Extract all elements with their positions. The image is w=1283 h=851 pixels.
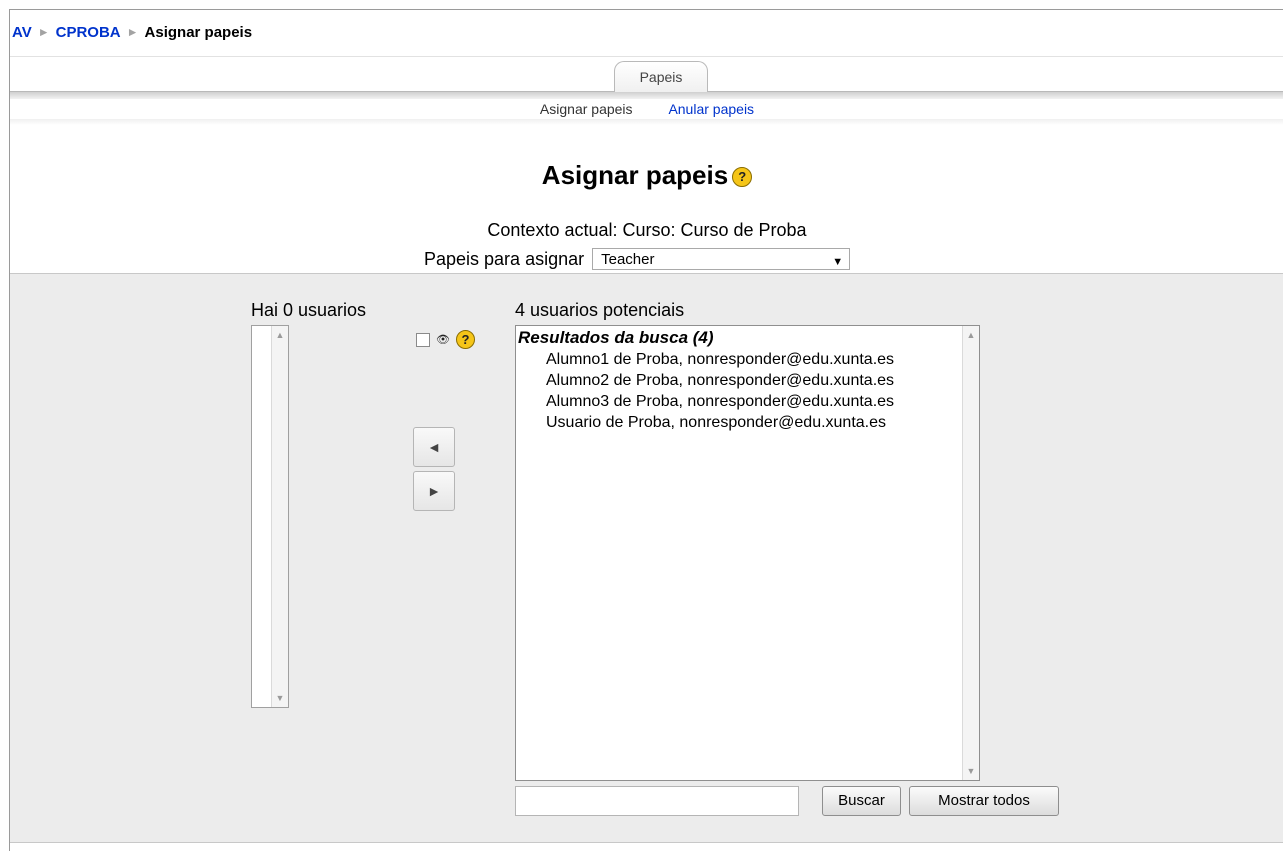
eye-icon[interactable]: 👁 xyxy=(436,333,450,346)
scroll-down-icon[interactable]: ▼ xyxy=(272,693,288,703)
help-icon[interactable]: ? xyxy=(732,167,753,188)
existing-users-header: Hai 0 usuarios xyxy=(251,300,367,320)
show-all-button[interactable]: Mostrar todos xyxy=(909,786,1059,816)
subtab-row: Asignar papeis Anular papeis xyxy=(10,101,1283,123)
role-select[interactable]: Teacher ▼ xyxy=(592,248,851,270)
list-item[interactable]: Alumno1 de Proba, nonresponder@edu.xunta… xyxy=(546,351,894,369)
potential-users-list[interactable]: Resultados da busca (4) Alumno1 de Proba… xyxy=(515,325,980,781)
scroll-up-icon[interactable]: ▲ xyxy=(272,330,288,340)
remove-user-button[interactable]: ► xyxy=(413,471,455,511)
chevron-down-icon: ▼ xyxy=(832,256,844,268)
breadcrumb-link-av[interactable]: AV xyxy=(12,24,32,41)
potential-users-header: 4 usuarios potenciais xyxy=(515,300,685,320)
help-icon[interactable]: ? xyxy=(455,330,475,349)
options-checkbox[interactable] xyxy=(416,332,430,347)
existing-users-scrollbar[interactable]: ▲ ▼ xyxy=(271,326,288,707)
context-label: Contexto actual: Curso: Curso de Proba xyxy=(487,220,807,240)
list-item[interactable]: Usuario de Proba, nonresponder@edu.xunta… xyxy=(546,414,886,432)
page: AV ► CPROBA ► Asignar papeis Papeis Asignar … xyxy=(9,9,1283,851)
tab-bar: Papeis Asignar papeis Anular papeis xyxy=(10,57,1283,125)
list-item[interactable]: Alumno3 de Proba, nonresponder@edu.xunta… xyxy=(546,393,894,411)
breadcrumb-link-cproba[interactable]: CPROBA xyxy=(56,24,121,41)
breadcrumb-separator-icon: ► xyxy=(37,25,50,39)
role-select-label: Papeis para asignar xyxy=(424,248,585,269)
breadcrumb-current: Asignar papeis xyxy=(144,24,253,41)
page-title-row: Asignar papeis? xyxy=(10,160,1283,191)
search-input[interactable] xyxy=(515,786,799,816)
search-button[interactable]: Buscar xyxy=(822,786,901,816)
tab-papeis[interactable]: Papeis xyxy=(614,61,708,92)
breadcrumb-separator-icon: ► xyxy=(126,25,139,39)
list-options: 👁 ? xyxy=(416,330,475,349)
page-title: Asignar papeis xyxy=(541,160,729,190)
search-results-group: Resultados da busca (4) xyxy=(518,328,714,347)
role-select-row: Papeis para asignar Teacher ▼ xyxy=(424,248,851,270)
breadcrumb: AV ► CPROBA ► Asignar papeis xyxy=(12,24,252,41)
tab-underline xyxy=(10,91,1283,99)
subtab-override-roles[interactable]: Anular papeis xyxy=(668,101,754,117)
potential-users-scrollbar[interactable]: ▲ ▼ xyxy=(962,326,979,780)
subtab-assign-roles: Asignar papeis xyxy=(539,101,633,117)
role-select-value: Teacher xyxy=(601,251,655,268)
scroll-up-icon[interactable]: ▲ xyxy=(963,330,979,340)
add-user-button[interactable]: ◄ xyxy=(413,427,455,467)
existing-users-list[interactable]: ▲ ▼ xyxy=(251,325,289,708)
navbar: AV ► CPROBA ► Asignar papeis xyxy=(10,10,1283,57)
list-item[interactable]: Alumno2 de Proba, nonresponder@edu.xunta… xyxy=(546,372,894,390)
scroll-down-icon[interactable]: ▼ xyxy=(963,766,979,776)
